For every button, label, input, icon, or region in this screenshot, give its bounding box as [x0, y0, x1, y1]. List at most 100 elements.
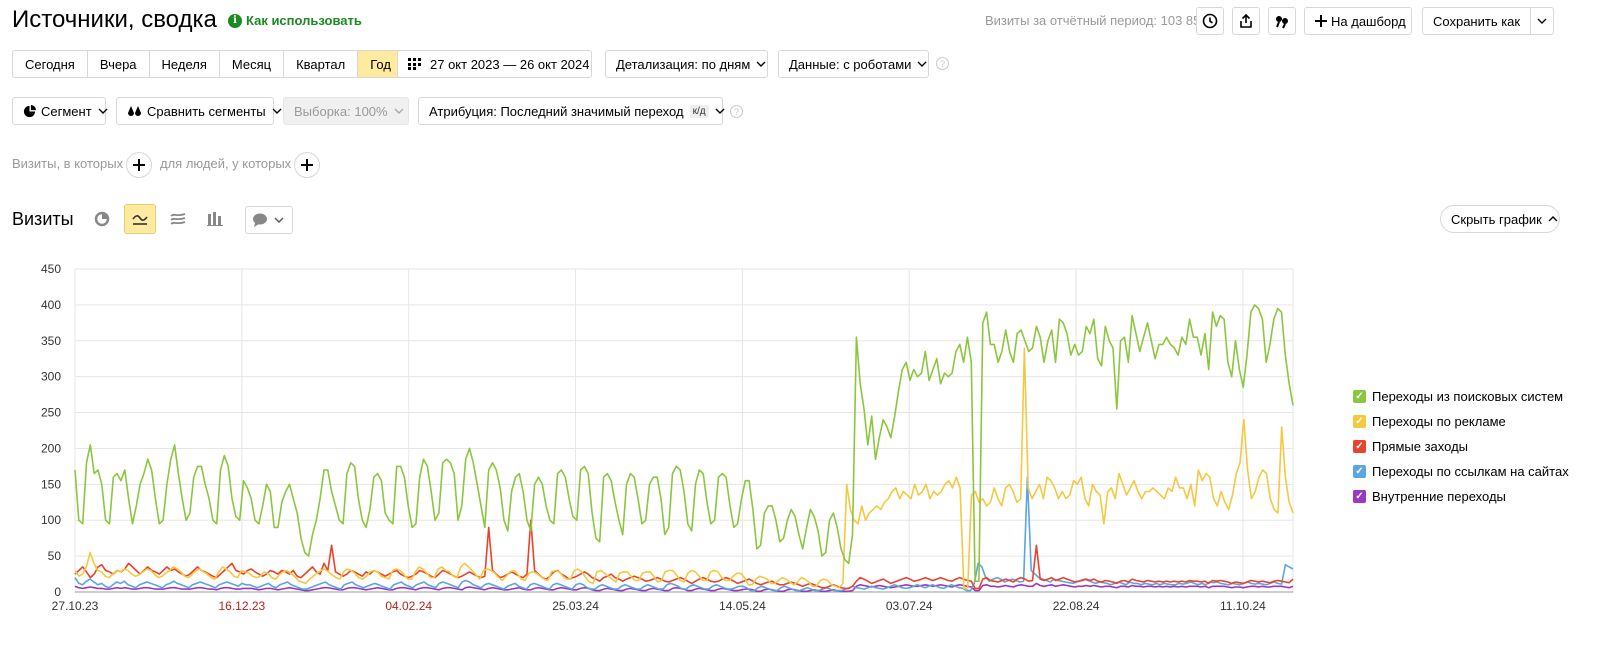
- export-button[interactable]: [1232, 7, 1260, 35]
- legend-label: Переходы из поисковых систем: [1372, 389, 1564, 404]
- period-button[interactable]: Месяц: [219, 51, 285, 77]
- period-selector: Сегодня Вчера Неделя Месяц Квартал Год: [12, 50, 404, 78]
- line-chart-icon: [132, 215, 148, 225]
- chart-type-bar-button[interactable]: [199, 204, 231, 234]
- series-line-1: [74, 347, 1294, 590]
- checkbox-icon[interactable]: ✓: [1353, 415, 1366, 428]
- legend-item[interactable]: ✓ Переходы по рекламе: [1353, 409, 1569, 434]
- save-as-button[interactable]: Сохранить как: [1422, 7, 1554, 35]
- y-tick-label: 100: [41, 513, 61, 527]
- chevron-down-icon: [272, 108, 282, 114]
- y-tick-label: 50: [48, 549, 62, 563]
- add-to-dashboard-button[interactable]: На дашборд: [1304, 7, 1412, 35]
- legend-item[interactable]: ✓ Переходы из поисковых систем: [1353, 384, 1569, 409]
- attribution-dropdown[interactable]: Атрибуция: Последний значимый переход к/…: [418, 97, 725, 125]
- legend-item[interactable]: ✓ Переходы по ссылкам на сайтах: [1353, 459, 1569, 484]
- chevron-down-icon: [98, 108, 108, 114]
- x-tick-label: 03.07.24: [886, 599, 933, 613]
- series-line-2: [74, 519, 1294, 590]
- y-tick-label: 350: [41, 334, 61, 348]
- plus-icon: [301, 159, 313, 171]
- add-people-condition-button[interactable]: [294, 152, 320, 178]
- chevron-down-icon: [715, 108, 725, 114]
- y-tick-label: 450: [41, 262, 61, 276]
- checkbox-icon[interactable]: ✓: [1353, 465, 1366, 478]
- date-range-button[interactable]: 27 окт 2023 — 26 окт 2024: [397, 50, 592, 78]
- segment-dropdown[interactable]: Сегмент: [12, 97, 108, 125]
- segment-label: Сегмент: [41, 103, 92, 119]
- visits-total: Визиты за отчётный период: 103 852: [985, 13, 1208, 28]
- x-tick-label: 25.03.24: [552, 599, 599, 613]
- legend-label: Прямые заходы: [1372, 439, 1469, 454]
- chart-type-pie-button[interactable]: [86, 204, 118, 234]
- series-line-0: [74, 304, 1294, 582]
- x-tick-label: 22.08.24: [1053, 599, 1100, 613]
- how-to-use-link[interactable]: i Как использовать: [228, 13, 362, 28]
- how-to-use-label: Как использовать: [246, 13, 362, 28]
- chart-title: Визиты: [12, 209, 74, 229]
- visits-where-label: Визиты, в которых: [12, 156, 124, 171]
- compare-segments-dropdown[interactable]: Сравнить сегменты: [116, 97, 282, 125]
- y-tick-label: 150: [41, 477, 61, 491]
- help-icon[interactable]: ?: [730, 105, 743, 118]
- dashboard-label: На дашборд: [1331, 13, 1406, 29]
- period-button[interactable]: Неделя: [149, 51, 220, 77]
- sample-label: Выборка: 100%: [294, 103, 388, 119]
- history-button[interactable]: [1196, 7, 1224, 35]
- checkbox-icon[interactable]: ✓: [1353, 490, 1366, 503]
- pie-chart-icon: [94, 211, 110, 227]
- chart-type-line-button[interactable]: [124, 204, 156, 234]
- info-icon: i: [228, 13, 242, 28]
- chart-type-area-button[interactable]: [162, 204, 194, 234]
- people-where-label: для людей, у которых: [160, 156, 292, 171]
- chevron-down-icon: [917, 61, 927, 67]
- sample-dropdown[interactable]: Выборка: 100%: [283, 97, 409, 125]
- chevron-down-icon: [756, 61, 766, 67]
- y-tick-label: 200: [41, 441, 61, 455]
- annotations-dropdown[interactable]: [245, 206, 293, 234]
- add-visit-condition-button[interactable]: [126, 152, 152, 178]
- legend-item[interactable]: ✓ Прямые заходы: [1353, 434, 1569, 459]
- clock-icon: [1202, 13, 1218, 29]
- hide-chart-button[interactable]: Скрыть график: [1440, 205, 1560, 233]
- bar-chart-icon: [207, 212, 223, 226]
- detail-label: Детализация: по дням: [616, 56, 751, 72]
- y-tick-label: 0: [54, 585, 61, 599]
- period-button[interactable]: Квартал: [284, 51, 359, 77]
- pie-icon: [23, 104, 36, 117]
- attribution-label: Атрибуция: Последний значимый переход: [429, 103, 684, 119]
- data-mode-label: Данные: с роботами: [789, 56, 912, 72]
- data-mode-dropdown[interactable]: Данные: с роботами: [778, 50, 929, 78]
- save-as-label: Сохранить как: [1433, 13, 1521, 29]
- legend-label: Переходы по ссылкам на сайтах: [1372, 464, 1569, 479]
- feedback-button[interactable]: [1268, 7, 1296, 35]
- hide-chart-label: Скрыть график: [1451, 211, 1542, 227]
- quote-icon: [1276, 16, 1288, 29]
- calendar-icon: [408, 58, 421, 70]
- legend-label: Переходы по рекламе: [1372, 414, 1506, 429]
- area-chart-icon: [170, 213, 186, 225]
- share-icon: [1240, 13, 1252, 28]
- x-tick-label: 11.10.24: [1220, 599, 1266, 613]
- visits-line-chart: 0 50 100 150 200 250 300 350 400 450 27.10.23 16.12…: [41, 262, 1294, 613]
- checkbox-icon[interactable]: ✓: [1353, 390, 1366, 403]
- checkbox-icon[interactable]: ✓: [1353, 440, 1366, 453]
- chevron-up-icon: [1548, 216, 1558, 222]
- save-as-dropdown[interactable]: [1530, 8, 1553, 34]
- period-button[interactable]: Сегодня: [13, 51, 88, 77]
- y-tick-label: 300: [41, 370, 61, 384]
- legend-item[interactable]: ✓ Внутренние переходы: [1353, 484, 1569, 509]
- attribution-badge: к/д: [689, 104, 709, 118]
- x-tick-label: 16.12.23: [218, 599, 265, 613]
- page-title: Источники, сводка: [12, 6, 217, 33]
- y-tick-label: 400: [41, 298, 61, 312]
- chart-legend: ✓ Переходы из поисковых систем ✓ Переходы п…: [1353, 384, 1569, 509]
- plot-frame: [74, 268, 1294, 593]
- x-tick-label: 27.10.23: [52, 599, 99, 613]
- x-tick-label: 04.02.24: [385, 599, 432, 613]
- comment-icon: [253, 213, 267, 227]
- date-range-label: 27 окт 2023 — 26 окт 2024: [430, 56, 590, 72]
- help-icon[interactable]: ?: [936, 57, 949, 70]
- period-button[interactable]: Вчера: [87, 51, 150, 77]
- detail-dropdown[interactable]: Детализация: по дням: [605, 50, 768, 78]
